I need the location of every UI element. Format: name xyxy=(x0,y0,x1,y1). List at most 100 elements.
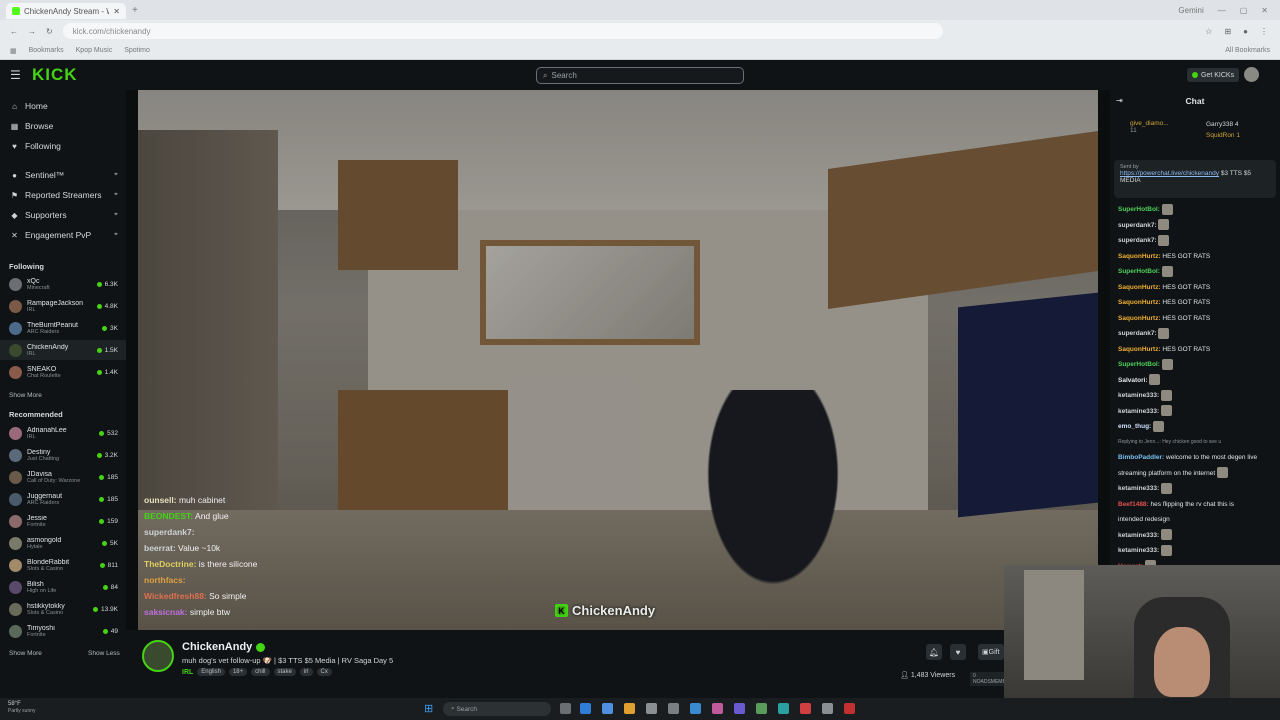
channel-item[interactable]: hstikkytokky Slots & Casino 13.9K xyxy=(0,599,126,619)
channel-item[interactable]: Juggernaut ARC Raiders 185 xyxy=(0,489,126,509)
chat-username[interactable]: SuperHotBol: xyxy=(1118,361,1160,368)
sidebar-item-browse[interactable]: ▦ Browse xyxy=(0,118,126,134)
app-icon[interactable] xyxy=(756,703,767,714)
stream-tag[interactable]: stake xyxy=(273,668,296,676)
discord-icon[interactable] xyxy=(734,703,745,714)
sidebar-tool-item[interactable]: ⚑ Reported Streamers ⌖ xyxy=(0,187,126,203)
app-icon[interactable] xyxy=(778,703,789,714)
bookmark-item[interactable]: Bookmarks xyxy=(29,47,64,54)
app-icon[interactable] xyxy=(844,703,855,714)
streamer-name-row[interactable]: ChickenAndy xyxy=(182,641,266,653)
app-icon[interactable] xyxy=(822,703,833,714)
extensions-icon[interactable]: ⊞ xyxy=(1224,27,1231,36)
star-icon[interactable]: ☆ xyxy=(1205,27,1212,36)
channel-item[interactable]: AdrianahLee IRL 532 xyxy=(0,423,126,443)
app-icon[interactable] xyxy=(690,703,701,714)
windows-start-icon[interactable]: ⊞ xyxy=(424,703,436,715)
chat-username[interactable]: emo_thug: xyxy=(1118,423,1151,430)
stream-category[interactable]: IRL xyxy=(182,669,193,676)
window-close-icon[interactable]: ✕ xyxy=(1261,6,1268,15)
chat-username[interactable]: SaquonHurtz: xyxy=(1118,299,1161,306)
chat-username[interactable]: Salvatori: xyxy=(1118,377,1148,384)
pin-icon[interactable]: ⌖ xyxy=(114,171,118,179)
task-view-icon[interactable] xyxy=(560,703,571,714)
gifter-row[interactable]: SquidRon 1 xyxy=(1206,130,1240,141)
sidebar-item-following[interactable]: ♥ Following xyxy=(0,138,126,154)
stream-tag[interactable]: Cx xyxy=(316,668,332,676)
stream-tag[interactable]: English xyxy=(197,668,225,676)
channel-item[interactable]: xQc Minecraft 6.3K xyxy=(0,274,126,294)
app-icon[interactable] xyxy=(668,703,679,714)
sidebar-item-home[interactable]: ⌂ Home xyxy=(0,98,126,114)
all-bookmarks[interactable]: All Bookmarks xyxy=(1225,47,1280,54)
heart-icon[interactable]: ♥ xyxy=(950,644,966,660)
sidebar-tool-item[interactable]: ◆ Supporters ⌖ xyxy=(0,207,126,223)
chat-username[interactable]: SaquonHurtz: xyxy=(1118,253,1161,260)
user-avatar[interactable] xyxy=(1244,67,1259,82)
pin-icon[interactable]: ⌖ xyxy=(114,211,118,219)
chat-username[interactable]: ketamine333: xyxy=(1118,408,1159,415)
profile-icon[interactable]: ● xyxy=(1243,27,1248,36)
app-icon[interactable] xyxy=(712,703,723,714)
menu-icon[interactable]: ⋮ xyxy=(1260,27,1268,36)
stream-tag[interactable]: irl xyxy=(299,668,313,676)
channel-item[interactable]: Bilish High on Life 84 xyxy=(0,577,126,597)
chat-username[interactable]: superdank7: xyxy=(1118,330,1157,337)
chat-username[interactable]: SaquonHurtz: xyxy=(1118,315,1161,322)
pin-icon[interactable]: ⌖ xyxy=(114,231,118,239)
gifter-row[interactable]: Garry338 4 xyxy=(1206,119,1240,130)
chat-username[interactable]: SaquonHurtz: xyxy=(1118,346,1161,353)
show-less-button[interactable]: Show Less xyxy=(88,650,120,657)
gift-button[interactable]: ▣ Gift xyxy=(978,644,1004,660)
maximize-icon[interactable]: ▢ xyxy=(1240,6,1248,15)
stream-tag[interactable]: 18+ xyxy=(228,668,248,676)
pin-icon[interactable]: ⌖ xyxy=(114,191,118,199)
chat-username[interactable]: ketamine333: xyxy=(1118,392,1159,399)
sidebar-tool-item[interactable]: ✕ Engagement PvP ⌖ xyxy=(0,227,126,243)
stream-tag[interactable]: chill xyxy=(251,668,270,676)
apps-icon[interactable]: ▦ xyxy=(10,47,17,55)
channel-item[interactable]: asmongold Hytale 5K xyxy=(0,533,126,553)
channel-item[interactable]: ChickenAndy IRL 1.5K xyxy=(0,340,126,360)
chat-username[interactable]: superdank7: xyxy=(1118,222,1157,229)
close-icon[interactable]: ✕ xyxy=(113,7,120,16)
channel-item[interactable]: TheBurntPeanut ARC Raiders 3K xyxy=(0,318,126,338)
chat-username[interactable]: ketamine333: xyxy=(1118,485,1159,492)
video-player[interactable]: ounsell: muh cabinet BEONDEST: And glue su… xyxy=(138,90,1098,630)
taskbar-search[interactable]: ⌕ Search xyxy=(443,702,551,716)
app-icon[interactable] xyxy=(602,703,613,714)
url-field[interactable]: kick.com/chickenandy xyxy=(62,23,943,39)
channel-item[interactable]: SNEAKO Chat Roulette 1.4K xyxy=(0,362,126,382)
streamer-avatar[interactable] xyxy=(142,640,174,672)
channel-item[interactable]: Jessie Fortnite 159 xyxy=(0,511,126,531)
search-input[interactable]: ⌕ Search xyxy=(536,67,744,84)
top-gifter-main[interactable]: give_diamo... 11 xyxy=(1130,120,1169,134)
browser-tab[interactable]: ChickenAndy Stream - Wat... ✕ xyxy=(6,3,126,19)
bookmark-item[interactable]: Kpop Music xyxy=(76,47,113,54)
back-icon[interactable]: ← xyxy=(10,27,18,36)
kick-logo[interactable]: KICK xyxy=(32,65,78,85)
chat-username[interactable]: Beef1488: xyxy=(1118,501,1149,508)
chat-username[interactable]: superdank7: xyxy=(1118,237,1157,244)
hamburger-menu-icon[interactable]: ☰ xyxy=(10,68,22,82)
channel-item[interactable]: JDavisa Call of Duty: Warzone 185 xyxy=(0,467,126,487)
minimize-icon[interactable]: — xyxy=(1218,6,1226,15)
chat-username[interactable]: SaquonHurtz: xyxy=(1118,284,1161,291)
app-icon[interactable] xyxy=(800,703,811,714)
forward-icon[interactable]: → xyxy=(28,27,36,36)
weather-widget[interactable]: 58°F Partly sunny xyxy=(8,701,36,715)
bookmark-item[interactable]: Spotimo xyxy=(124,47,150,54)
app-icon[interactable] xyxy=(646,703,657,714)
show-more-following-button[interactable]: Show More xyxy=(9,392,42,399)
chat-username[interactable]: SuperHotBol: xyxy=(1118,268,1160,275)
pinned-link[interactable]: https://powerchat.live/chickenandy xyxy=(1120,170,1219,177)
chat-username[interactable]: BimboPaddler: xyxy=(1118,454,1164,461)
bell-icon[interactable]: 🔔︎ xyxy=(926,644,942,660)
sidebar-tool-item[interactable]: ● Sentinel™ ⌖ xyxy=(0,167,126,183)
chat-username[interactable]: ketamine333: xyxy=(1118,532,1159,539)
chat-username[interactable]: SuperHotBol: xyxy=(1118,206,1160,213)
chat-username[interactable]: ketamine333: xyxy=(1118,547,1159,554)
reload-icon[interactable]: ↻ xyxy=(46,27,53,36)
new-tab-button[interactable]: + xyxy=(132,5,138,16)
show-more-button[interactable]: Show More xyxy=(9,650,42,657)
